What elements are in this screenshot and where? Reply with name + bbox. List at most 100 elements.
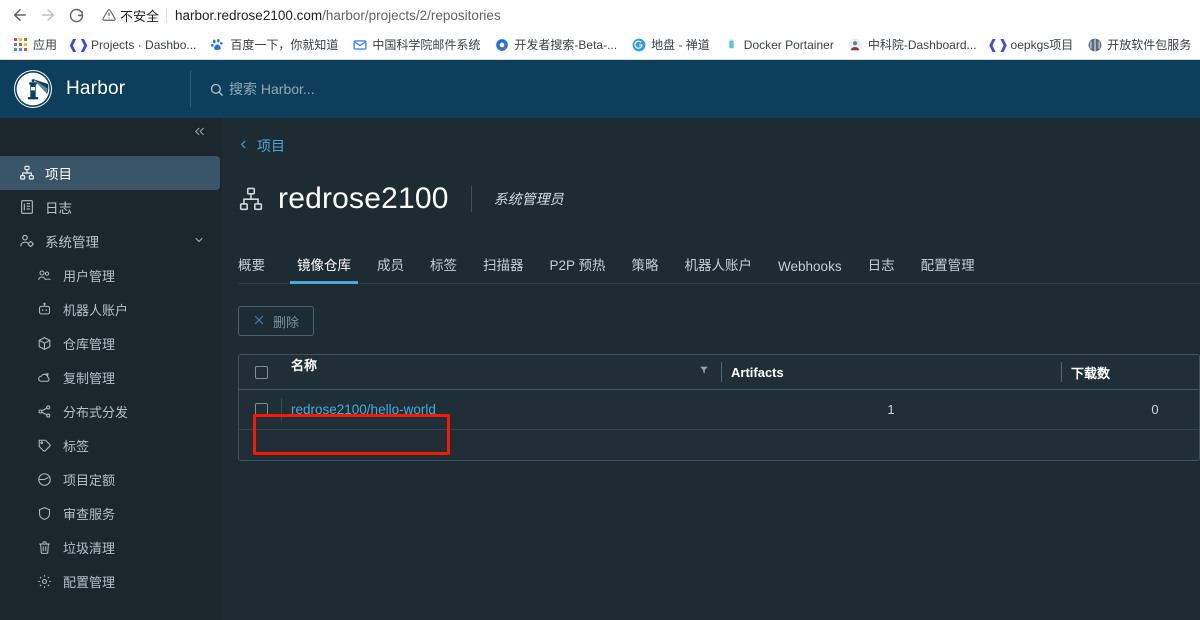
cube-icon	[36, 335, 53, 352]
sidebar-item-projects[interactable]: 项目	[0, 156, 220, 190]
search-icon	[209, 82, 224, 97]
sidebar-item-label: 分布式分发	[63, 404, 129, 420]
sidebar-item-garbage-collection[interactable]: 垃圾清理	[0, 530, 221, 564]
sidebar-item-interrogation-services[interactable]: 审查服务	[0, 496, 221, 530]
project-title-row: redrose2100 系统管理员	[238, 182, 1200, 216]
header-divider	[190, 71, 191, 107]
reload-button[interactable]	[62, 1, 90, 29]
harbor-brand[interactable]: Harbor	[0, 60, 190, 118]
sidebar-item-distribution[interactable]: 分布式分发	[0, 394, 221, 428]
tab-configuration[interactable]: 配置管理	[908, 248, 988, 283]
share-nodes-icon	[36, 403, 53, 420]
sidebar-item-replications[interactable]: 复制管理	[0, 360, 221, 394]
sidebar-item-label: 标签	[63, 438, 90, 454]
tab-repositories[interactable]: 镜像仓库	[284, 248, 364, 284]
tab-summary[interactable]: 概要	[238, 248, 278, 283]
project-tabs: 概要 镜像仓库 成员 标签 扫描器 P2P 预热 策略 机器人账户 Webhoo…	[238, 248, 1200, 284]
tab-members[interactable]: 成员	[364, 248, 417, 283]
table-pagination-footer	[239, 430, 1199, 460]
browser-chrome: 不安全 harbor.redrose2100.com/harbor/projec…	[0, 0, 1200, 60]
sidebar-item-robot-accounts[interactable]: 机器人账户	[0, 292, 221, 326]
tab-policy[interactable]: 策略	[619, 248, 672, 283]
double-chevron-left-icon	[192, 124, 207, 144]
repository-name-cell[interactable]: redrose2100/hello-world	[281, 389, 721, 430]
log-list-icon	[18, 199, 35, 216]
tab-scanner[interactable]: 扫描器	[470, 248, 537, 283]
sidebar-item-project-quotas[interactable]: 项目定额	[0, 462, 221, 496]
back-link-label: 项目	[257, 138, 285, 154]
sidebar-item-users[interactable]: 用户管理	[0, 258, 221, 292]
bookmark-label: 地盘 - 禅道	[651, 38, 710, 52]
tab-label: 成员	[377, 258, 404, 273]
column-header-downloads[interactable]: 下载数	[1061, 355, 1199, 390]
shield-icon	[36, 505, 53, 522]
sidebar-item-label: 配置管理	[63, 574, 116, 590]
bookmark-apps[interactable]: 应用	[6, 33, 64, 56]
sidebar-item-label: 项目	[45, 167, 72, 182]
bookmark-label: 中国科学院邮件系统	[372, 38, 481, 52]
sidebar-collapse-button[interactable]	[0, 118, 221, 150]
delete-button[interactable]: 删除	[238, 306, 315, 336]
bookmark-zentao[interactable]: 地盘 - 禅道	[624, 33, 717, 56]
funnel-icon[interactable]	[699, 355, 709, 389]
repository-table: 名称 Artifacts 下载数 redrose2100/hello-world…	[238, 354, 1200, 461]
repository-toolbar: 删除	[238, 306, 1200, 336]
package-icon	[1087, 37, 1102, 52]
forward-button[interactable]	[34, 1, 62, 29]
chevron-down-icon	[193, 234, 205, 249]
sidebar-item-label: 复制管理	[63, 370, 116, 386]
search-placeholder: 搜索 Harbor...	[229, 81, 315, 97]
tab-label: 机器人账户	[684, 258, 753, 273]
address-bar[interactable]: 不安全 harbor.redrose2100.com/harbor/projec…	[96, 3, 1194, 27]
sidebar-item-label: 项目定额	[63, 472, 116, 488]
sidebar-item-labels[interactable]: 标签	[0, 428, 221, 462]
back-button[interactable]	[6, 1, 34, 29]
bookmark-dev-search[interactable]: 开发者搜索-Beta-...	[487, 33, 624, 56]
sidebar-item-logs[interactable]: 日志	[0, 190, 221, 224]
tab-p2p-preheat[interactable]: P2P 预热	[537, 248, 619, 283]
sidebar-item-label: 系统管理	[45, 235, 99, 250]
gear-icon	[36, 573, 53, 590]
baidu-icon	[210, 37, 225, 52]
tab-labels[interactable]: 标签	[417, 248, 470, 283]
tab-robot-accounts[interactable]: 机器人账户	[672, 248, 766, 283]
apps-grid-icon	[13, 37, 28, 52]
checkbox-icon[interactable]	[255, 365, 268, 379]
project-role-badge: 系统管理员	[493, 191, 564, 207]
sidebar-item-label: 日志	[45, 201, 72, 216]
column-header-artifacts[interactable]: Artifacts	[721, 355, 1061, 390]
repository-name-link[interactable]: redrose2100/hello-world	[291, 402, 436, 417]
column-header-name[interactable]: 名称	[281, 355, 721, 390]
bookmark-baidu[interactable]: 百度一下，你就知道	[203, 33, 345, 56]
bookmark-cas-mail[interactable]: 中国科学院邮件系统	[345, 33, 487, 56]
artifacts-count-cell: 1	[721, 389, 1061, 430]
bookmark-oepkgs[interactable]: ❰❱ oepkgs项目	[984, 33, 1081, 56]
breadcrumb-back-to-projects[interactable]: 项目	[238, 136, 285, 156]
tab-webhooks[interactable]: Webhooks	[765, 253, 855, 283]
sidebar-item-registries[interactable]: 仓库管理	[0, 326, 221, 360]
sidebar-item-administration[interactable]: 系统管理	[0, 224, 221, 258]
tag-icon	[36, 437, 53, 454]
tab-logs[interactable]: 日志	[855, 248, 908, 283]
bookmarks-bar: 应用 ❰❱ Projects · Dashbo... 百度一下，你就知道 中国科…	[0, 30, 1200, 60]
sidebar-item-configuration[interactable]: 配置管理	[0, 564, 221, 598]
table-row[interactable]: redrose2100/hello-world 1 0	[239, 389, 1199, 430]
row-checkbox-cell[interactable]	[239, 389, 281, 430]
tab-label: 标签	[430, 258, 457, 273]
gitlab-icon: ❰❱	[67, 36, 90, 52]
bookmark-cas-dashboard[interactable]: 中科院-Dashboard...	[841, 33, 984, 56]
checkbox-icon[interactable]	[255, 403, 268, 416]
select-all-header[interactable]	[239, 355, 281, 390]
column-label: Artifacts	[731, 364, 784, 380]
bookmark-projects-dashboard[interactable]: ❰❱ Projects · Dashbo...	[64, 34, 203, 55]
bookmark-label: 中科院-Dashboard...	[867, 38, 977, 52]
security-label: 不安全	[120, 8, 160, 24]
column-label: 名称	[291, 358, 318, 373]
bookmark-label: Projects · Dashbo...	[91, 37, 197, 52]
harbor-search[interactable]: 搜索 Harbor...	[209, 79, 315, 99]
tab-label: P2P 预热	[549, 258, 606, 273]
bookmark-docker-portainer[interactable]: Docker Portainer	[717, 34, 841, 55]
gitlab-icon: ❰❱	[987, 36, 1009, 52]
mail-icon	[352, 37, 367, 52]
bookmark-open-packages[interactable]: 开放软件包服务	[1080, 33, 1198, 56]
